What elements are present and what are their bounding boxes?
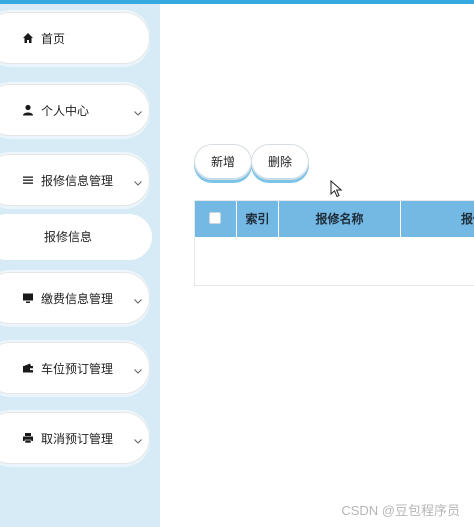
submenu-item-label: 报修信息 [44,230,93,244]
sidebar-item-label: 取消预订管理 [41,432,114,446]
data-table: 索引 报修名称 报修 [194,200,474,286]
printer-icon [21,431,35,445]
sidebar-item-label: 报修信息管理 [41,174,114,188]
list-icon [21,173,35,187]
chevron-down-icon [133,293,143,304]
column-header-repair-more[interactable]: 报修 [401,201,474,237]
submenu-item-repair-info[interactable]: 报修信息 [0,214,152,260]
select-all-header [195,201,237,237]
table-header: 索引 报修名称 报修 [195,201,474,237]
sidebar-item-label: 个人中心 [41,104,90,118]
sidebar-item-repair-management[interactable]: 报修信息管理 [0,154,150,206]
user-icon [21,103,35,117]
sidebar-item-label: 缴费信息管理 [41,292,114,306]
sidebar-item-home[interactable]: 首页 [0,12,150,64]
add-button[interactable]: 新增 [194,144,252,180]
main-content: 新增 删除 索引 报修名称 报修 [160,4,474,527]
chevron-down-icon [133,105,143,116]
mouse-cursor-icon [330,180,343,198]
sidebar-item-personal-center[interactable]: 个人中心 [0,84,150,136]
sidebar: 首页 个人中心 报修信息管理 报修信息 缴费信息管理 车位预订管理 取消预订管理 [0,4,160,527]
sidebar-item-cancel-booking[interactable]: 取消预订管理 [0,412,150,464]
column-header-repair-name[interactable]: 报修名称 [279,201,401,237]
column-header-index[interactable]: 索引 [237,201,279,237]
watermark: CSDN @豆包程序员 [341,503,460,518]
delete-button[interactable]: 删除 [251,144,309,180]
sidebar-item-label: 车位预订管理 [41,362,114,376]
sidebar-item-label: 首页 [41,32,66,46]
chevron-down-icon [133,175,143,186]
chevron-down-icon [133,433,143,444]
sidebar-item-payment-management[interactable]: 缴费信息管理 [0,272,150,324]
monitor-icon [21,291,35,305]
home-icon [21,31,35,45]
select-all-checkbox[interactable] [209,212,221,224]
chevron-down-icon [133,363,143,374]
sidebar-item-parking-booking[interactable]: 车位预订管理 [0,342,150,394]
wallet-icon [21,361,35,375]
